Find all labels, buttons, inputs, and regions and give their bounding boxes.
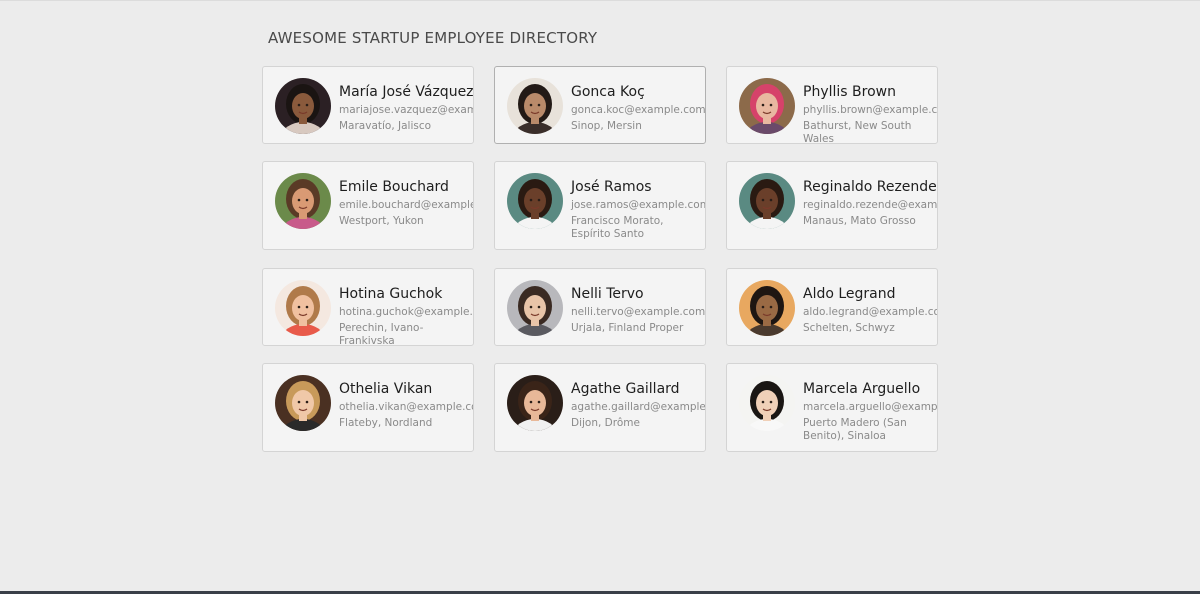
- employee-location: Manaus, Mato Grosso: [803, 215, 916, 227]
- employee-avatar: [275, 280, 331, 336]
- employee-info: Phyllis Brown phyllis.brown@example.com Ba…: [803, 83, 938, 144]
- employee-name: Othelia Vikan: [339, 381, 433, 397]
- employee-name: Hotina Guchok: [339, 286, 443, 302]
- employee-info: Marcela Arguello marcela.arguello@example…: [803, 380, 938, 442]
- employee-name: María José Vázquez: [339, 84, 474, 100]
- employee-card[interactable]: Marcela Arguello marcela.arguello@example…: [726, 363, 938, 452]
- employee-avatar: [275, 173, 331, 229]
- employee-card[interactable]: Phyllis Brown phyllis.brown@example.com Ba…: [726, 66, 938, 144]
- employee-location: Puerto Madero (San Benito), Sinaloa: [803, 417, 907, 442]
- employee-email: jose.ramos@example.com: [571, 199, 706, 211]
- employee-location: Flateby, Nordland: [339, 417, 433, 429]
- employee-name: Emile Bouchard: [339, 179, 449, 195]
- page-title: AWESOME STARTUP EMPLOYEE DIRECTORY: [268, 29, 598, 47]
- employee-location: Schelten, Schwyz: [803, 322, 895, 334]
- employee-email: emile.bouchard@example.com: [339, 199, 473, 211]
- employee-email: aldo.legrand@example.com: [803, 306, 938, 318]
- employee-name: Nelli Tervo: [571, 286, 644, 302]
- employee-card[interactable]: María José Vázquez mariajose.vazquez@exa m…: [262, 66, 474, 144]
- employee-location: Perechin, Ivano-Frankivska: [339, 322, 424, 346]
- employee-info: Aldo Legrand aldo.legrand@example.com Sche…: [803, 285, 938, 335]
- page: AWESOME STARTUP EMPLOYEE DIRECTORY María…: [0, 0, 1200, 594]
- employee-name: Aldo Legrand: [803, 286, 896, 302]
- employee-info: Emile Bouchard emile.bouchard@example.com…: [339, 178, 473, 228]
- employee-name: Reginaldo Rezende: [803, 179, 937, 195]
- employee-location: Dijon, Drôme: [571, 417, 640, 429]
- employee-email: agathe.gaillard@example.com: [571, 401, 706, 413]
- employee-avatar: [739, 78, 795, 134]
- employee-info: Nelli Tervo nelli.tervo@example.com Urjala…: [571, 285, 706, 335]
- employee-email: othelia.vikan@example.com: [339, 401, 474, 413]
- employee-location: Urjala, Finland Proper: [571, 322, 684, 334]
- employee-card[interactable]: José Ramos jose.ramos@example.com Francisc…: [494, 161, 706, 250]
- employee-location: Sinop, Mersin: [571, 120, 642, 132]
- employee-email: reginaldo.rezende@example.com: [803, 199, 938, 211]
- employee-card[interactable]: Agathe Gaillard agathe.gaillard@example.c…: [494, 363, 706, 452]
- employee-card[interactable]: Aldo Legrand aldo.legrand@example.com Sche…: [726, 268, 938, 346]
- employee-avatar: [739, 280, 795, 336]
- employee-card[interactable]: Nelli Tervo nelli.tervo@example.com Urjala…: [494, 268, 706, 346]
- employee-info: Othelia Vikan othelia.vikan@example.com Fl…: [339, 380, 474, 430]
- employee-email: nelli.tervo@example.com: [571, 306, 706, 318]
- employee-avatar: [507, 173, 563, 229]
- employee-name: José Ramos: [571, 179, 652, 195]
- employee-location: Westport, Yukon: [339, 215, 424, 227]
- employee-card[interactable]: Gonca Koç gonca.koc@example.com Sinop, Mer…: [494, 66, 706, 144]
- employee-info: Gonca Koç gonca.koc@example.com Sinop, Mer…: [571, 83, 706, 133]
- employee-avatar: [739, 375, 795, 431]
- employee-card[interactable]: Othelia Vikan othelia.vikan@example.com Fl…: [262, 363, 474, 452]
- employee-avatar: [507, 375, 563, 431]
- employee-name: Agathe Gaillard: [571, 381, 680, 397]
- employee-info: María José Vázquez mariajose.vazquez@exa m…: [339, 83, 474, 133]
- employee-name: Phyllis Brown: [803, 84, 896, 100]
- employee-avatar: [507, 280, 563, 336]
- employee-info: Agathe Gaillard agathe.gaillard@example.c…: [571, 380, 706, 430]
- employee-email: phyllis.brown@example.com: [803, 104, 938, 116]
- employee-email: gonca.koc@example.com: [571, 104, 706, 116]
- employee-avatar: [507, 78, 563, 134]
- employee-email: hotina.guchok@example.com: [339, 306, 473, 318]
- employee-info: José Ramos jose.ramos@example.com Francisc…: [571, 178, 706, 240]
- employee-info: Reginaldo Rezende reginaldo.rezende@examp…: [803, 178, 938, 228]
- employee-avatar: [739, 173, 795, 229]
- employee-info: Hotina Guchok hotina.guchok@example.com Pe…: [339, 285, 473, 346]
- employee-name: Marcela Arguello: [803, 381, 921, 397]
- employee-card[interactable]: Reginaldo Rezende reginaldo.rezende@examp…: [726, 161, 938, 250]
- employee-location: Maravatío, Jalisco: [339, 120, 432, 132]
- employee-avatar: [275, 375, 331, 431]
- employee-email: mariajose.vazquez@example.com: [339, 104, 473, 116]
- employee-location: Bathurst, New South Wales: [803, 120, 912, 144]
- employee-card[interactable]: Hotina Guchok hotina.guchok@example.com Pe…: [262, 268, 474, 346]
- employee-avatar: [275, 78, 331, 134]
- employee-location: Francisco Morato, Espírito Santo: [571, 215, 664, 240]
- employee-name: Gonca Koç: [571, 84, 645, 100]
- employee-email: marcela.arguello@example.com: [803, 401, 938, 413]
- employee-card[interactable]: Emile Bouchard emile.bouchard@example.com…: [262, 161, 474, 250]
